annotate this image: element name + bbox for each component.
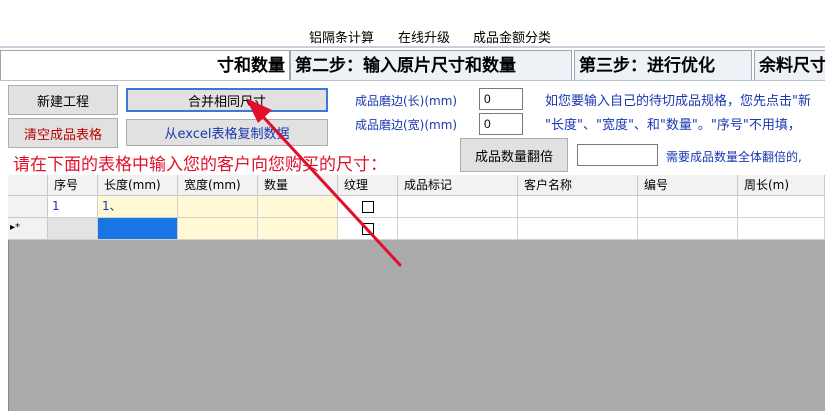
column-header-customer[interactable]: 客户名称 (518, 175, 638, 196)
new-row-perimeter[interactable] (738, 218, 825, 240)
menu-online-upgrade[interactable]: 在线升级 (398, 27, 450, 46)
grid-corner (8, 175, 48, 196)
column-header-length[interactable]: 长度(mm) (98, 175, 178, 196)
clear-table-button[interactable]: 清空成品表格 (8, 118, 118, 148)
tab-divider (0, 46, 825, 48)
new-row-length-selected[interactable] (98, 218, 178, 240)
column-header-texture[interactable]: 纹理 (338, 175, 398, 196)
tab-step-three-label: 第三步：进行优化 (579, 56, 715, 76)
texture-checkbox[interactable] (361, 201, 374, 213)
new-row-mark[interactable] (398, 218, 518, 240)
new-row-texture-checkbox[interactable] (361, 223, 374, 235)
merge-same-size-button[interactable]: 合并相同尺寸 (126, 88, 328, 112)
tab-step-one-label: 寸和数量 (217, 56, 285, 76)
column-header-code[interactable]: 编号 (638, 175, 738, 196)
menu-amount-classify[interactable]: 成品金额分类 (473, 27, 551, 46)
copy-from-excel-button[interactable]: 从excel表格复制数据 (126, 119, 328, 146)
tab-step-one[interactable]: 寸和数量 (0, 50, 290, 80)
hint-line-3: 需要成品数量全体翻倍的, (666, 150, 802, 164)
tab-step-two[interactable]: 第二步：输入原片尺寸和数量 (290, 50, 572, 80)
new-row-quantity[interactable] (258, 218, 338, 240)
instruction-text: 请在下面的表格中输入您的客户向您购买的尺寸： (13, 155, 387, 175)
hint-line-1: 如您要输入自己的待切成品规格，您先点击"新 (545, 94, 811, 109)
cell-quantity[interactable] (258, 196, 338, 218)
new-row-header[interactable]: ▸* (8, 218, 48, 240)
new-row-texture[interactable] (338, 218, 398, 240)
cell-customer[interactable] (518, 196, 638, 218)
cell-code[interactable] (638, 196, 738, 218)
tab-leftover[interactable]: 余料尺寸 (754, 50, 825, 80)
tab-step-two-label: 第二步：输入原片尺寸和数量 (295, 56, 516, 76)
new-row-index[interactable] (48, 218, 98, 240)
column-header-quantity[interactable]: 数量 (258, 175, 338, 196)
row-header[interactable] (8, 196, 48, 218)
tab-step-three[interactable]: 第三步：进行优化 (574, 50, 752, 80)
cell-texture[interactable] (338, 196, 398, 218)
grind-wide-label: 成品磨边(宽)(mm) (355, 118, 458, 132)
double-quantity-input[interactable] (577, 144, 658, 166)
new-row-code[interactable] (638, 218, 738, 240)
grind-wide-input[interactable] (479, 113, 523, 135)
cell-width[interactable] (178, 196, 258, 218)
column-header-mark[interactable]: 成品标记 (398, 175, 518, 196)
column-header-width[interactable]: 宽度(mm) (178, 175, 258, 196)
cell-mark[interactable] (398, 196, 518, 218)
double-quantity-button[interactable]: 成品数量翻倍 (460, 138, 568, 172)
hint-line-2: "长度"、"宽度"、和"数量"。"序号"不用填， (545, 118, 801, 133)
grind-long-input[interactable] (479, 88, 523, 110)
column-header-perimeter[interactable]: 周长(m) (738, 175, 825, 196)
cell-index[interactable]: 1 (48, 196, 98, 218)
cell-length[interactable]: 1、 (98, 196, 178, 218)
new-row-width[interactable] (178, 218, 258, 240)
column-header-index[interactable]: 序号 (48, 175, 98, 196)
menu-spacer-calc[interactable]: 铝隔条计算 (309, 27, 374, 46)
cell-perimeter[interactable] (738, 196, 825, 218)
grind-long-label: 成品磨边(长)(mm) (355, 94, 458, 108)
new-row-customer[interactable] (518, 218, 638, 240)
new-project-button[interactable]: 新建工程 (8, 85, 118, 115)
tab-leftover-label: 余料尺寸 (759, 56, 825, 76)
